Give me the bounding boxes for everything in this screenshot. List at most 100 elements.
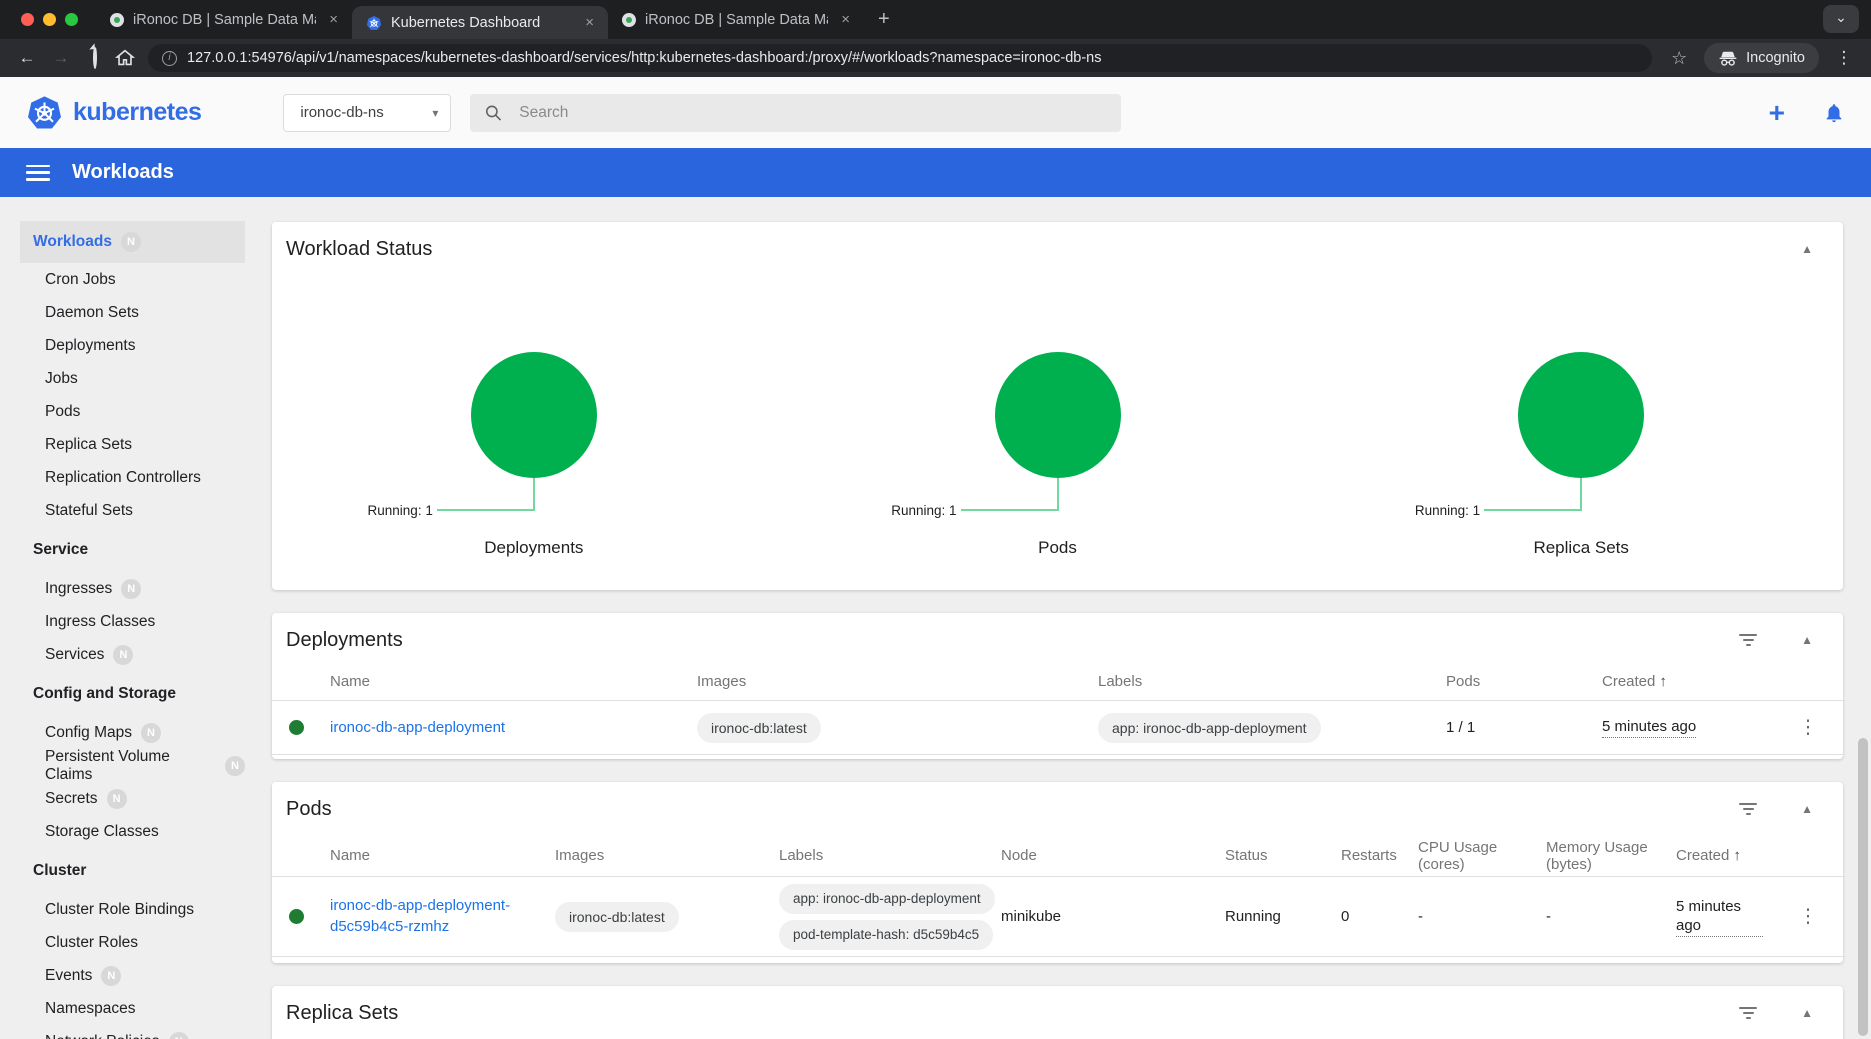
chart-caption: Deployments <box>272 538 796 558</box>
chevron-down-icon: ▾ <box>432 106 438 120</box>
collapse-icon[interactable]: ▲ <box>1801 1006 1813 1020</box>
sidebar-item-config-maps[interactable]: Config Maps N <box>0 716 245 749</box>
deployments-pie-chart: Running: 1 Deployments <box>272 222 796 590</box>
site-info-icon[interactable]: i <box>162 51 177 66</box>
new-tab-button[interactable]: + <box>864 0 904 39</box>
sidebar-item-replication-controllers[interactable]: Replication Controllers <box>0 461 245 494</box>
column-header-images[interactable]: Images <box>555 847 779 864</box>
sidebar-item-network-policies[interactable]: Network Policies N <box>0 1025 245 1039</box>
bookmark-star-icon[interactable]: ☆ <box>1664 48 1694 69</box>
sidebar-item-cron-jobs[interactable]: Cron Jobs <box>0 263 245 296</box>
search-input[interactable] <box>519 104 1107 122</box>
sidebar-item-ingress-classes[interactable]: Ingress Classes <box>0 605 245 638</box>
collapse-icon[interactable]: ▲ <box>1801 633 1813 647</box>
column-header-name[interactable]: Name <box>330 847 555 864</box>
tab-strip: iRonoc DB | Sample Data Man × Kubernetes… <box>0 0 1871 39</box>
forward-icon[interactable]: → <box>46 48 76 68</box>
notifications-bell-icon[interactable] <box>1823 102 1845 124</box>
back-icon[interactable]: ← <box>12 48 42 68</box>
create-resource-icon[interactable]: + <box>1769 99 1785 127</box>
sidebar-item-deployments[interactable]: Deployments <box>0 329 245 362</box>
sidebar-item-ingresses[interactable]: Ingresses N <box>0 572 245 605</box>
sidebar-item-workloads[interactable]: Workloads N <box>20 221 245 263</box>
pie-running-slice[interactable] <box>471 352 597 478</box>
workload-status-card: Workload Status ▲ Running: 1 Deployments <box>272 222 1843 590</box>
sidebar-item-storage-classes[interactable]: Storage Classes <box>0 815 245 848</box>
page-scrollbar[interactable] <box>1858 738 1868 1036</box>
url-text: 127.0.0.1:54976/api/v1/namespaces/kubern… <box>187 50 1101 66</box>
reload-icon[interactable] <box>80 48 110 68</box>
label-chip: app: ironoc-db-app-deployment <box>1098 713 1321 743</box>
pod-row: ironoc-db-app-deployment-d5c59b4c5-rzmhz… <box>272 877 1843 957</box>
namespace-selector[interactable]: ironoc-db-ns ▾ <box>283 94 451 132</box>
sidebar-item-secrets[interactable]: Secrets N <box>0 782 245 815</box>
search-bar[interactable] <box>470 94 1121 132</box>
column-header-cpu[interactable]: CPU Usage (cores) <box>1418 839 1546 873</box>
browser-tab-2-active[interactable]: Kubernetes Dashboard × <box>352 6 608 39</box>
new-badge: N <box>225 756 245 776</box>
filter-icon[interactable] <box>1739 803 1757 815</box>
sidebar-item-namespaces[interactable]: Namespaces <box>0 992 245 1025</box>
column-header-labels[interactable]: Labels <box>1098 673 1446 690</box>
incognito-icon <box>1718 49 1738 67</box>
pie-annotation: Running: 1 <box>368 503 433 518</box>
sidebar-item-cluster-roles[interactable]: Cluster Roles <box>0 926 245 959</box>
sidebar-item-services[interactable]: Services N <box>0 638 245 671</box>
row-menu-kebab-icon[interactable]: ⋮ <box>1773 716 1843 739</box>
column-header-created[interactable]: Created↑ <box>1676 847 1773 864</box>
sidebar-item-daemon-sets[interactable]: Daemon Sets <box>0 296 245 329</box>
column-header-name[interactable]: Name <box>330 673 697 690</box>
column-header-status[interactable]: Status <box>1225 847 1341 864</box>
pod-name-link[interactable]: ironoc-db-app-deployment-d5c59b4c5-rzmhz <box>330 896 522 937</box>
address-bar[interactable]: i 127.0.0.1:54976/api/v1/namespaces/kube… <box>148 44 1652 72</box>
sidebar-item-persistent-volume-claims[interactable]: Persistent Volume Claims N <box>0 749 245 782</box>
incognito-label: Incognito <box>1746 50 1805 66</box>
row-menu-kebab-icon[interactable]: ⋮ <box>1773 905 1843 928</box>
new-badge: N <box>169 1032 189 1039</box>
browser-menu-icon[interactable]: ⋮ <box>1829 48 1859 68</box>
restarts-value: 0 <box>1341 908 1418 925</box>
close-tab-icon[interactable]: × <box>325 11 342 28</box>
filter-icon[interactable] <box>1739 634 1757 646</box>
deployment-name-link[interactable]: ironoc-db-app-deployment <box>330 719 505 736</box>
pie-running-slice[interactable] <box>1518 352 1644 478</box>
card-title: Deployments <box>286 629 403 652</box>
collapse-icon[interactable]: ▲ <box>1801 802 1813 816</box>
chart-caption: Pods <box>796 538 1320 558</box>
menu-hamburger-icon[interactable] <box>26 165 50 181</box>
sidebar-item-stateful-sets[interactable]: Stateful Sets <box>0 494 245 527</box>
page-title: Workloads <box>72 161 174 184</box>
column-header-memory[interactable]: Memory Usage (bytes) <box>1546 839 1676 873</box>
sidebar-item-events[interactable]: Events N <box>0 959 245 992</box>
column-header-node[interactable]: Node <box>1001 847 1225 864</box>
column-header-created[interactable]: Created↑ <box>1602 673 1773 690</box>
sidebar-item-jobs[interactable]: Jobs <box>0 362 245 395</box>
new-badge: N <box>121 232 141 252</box>
browser-tab-3[interactable]: iRonoc DB | Sample Data Mar × <box>608 0 864 39</box>
filter-icon[interactable] <box>1739 1007 1757 1019</box>
sidebar-group-service: Service <box>0 533 245 566</box>
sidebar-item-replica-sets[interactable]: Replica Sets <box>0 428 245 461</box>
memory-usage-value: - <box>1546 908 1676 925</box>
pods-pie-chart: Running: 1 Pods <box>796 222 1320 590</box>
pie-running-slice[interactable] <box>995 352 1121 478</box>
browser-tab-1[interactable]: iRonoc DB | Sample Data Man × <box>96 0 352 39</box>
sort-ascending-icon: ↑ <box>1659 673 1667 690</box>
kubernetes-favicon <box>366 15 382 31</box>
sidebar-item-pods[interactable]: Pods <box>0 395 245 428</box>
column-header-restarts[interactable]: Restarts <box>1341 847 1418 864</box>
close-tab-icon[interactable]: × <box>837 11 854 28</box>
sidebar-item-cluster-role-bindings[interactable]: Cluster Role Bindings <box>0 893 245 926</box>
close-window-button[interactable] <box>21 13 34 26</box>
home-icon[interactable] <box>114 47 136 69</box>
pods-card: Pods ▲ Name Images Labels Node Status Re… <box>272 782 1843 963</box>
tab-search-button[interactable]: ⌄ <box>1823 5 1859 33</box>
column-header-images[interactable]: Images <box>697 673 1098 690</box>
column-header-pods[interactable]: Pods <box>1446 673 1602 690</box>
deployment-row: ironoc-db-app-deployment ironoc-db:lates… <box>272 701 1843 755</box>
zoom-window-button[interactable] <box>65 13 78 26</box>
column-header-labels[interactable]: Labels <box>779 847 1001 864</box>
close-tab-icon[interactable]: × <box>581 14 598 31</box>
namespace-value: ironoc-db-ns <box>300 104 383 121</box>
minimize-window-button[interactable] <box>43 13 56 26</box>
